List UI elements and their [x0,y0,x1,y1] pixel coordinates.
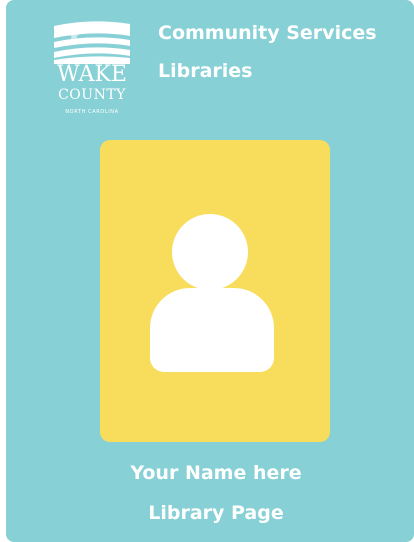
employee-role: Library Page [148,502,284,524]
wake-county-flag-icon [54,20,130,64]
logo-county-text: COUNTY [58,87,126,103]
department-title: Community Services [158,22,377,44]
person-icon-body [150,288,274,372]
division-title: Libraries [158,60,253,82]
photo-placeholder [100,140,330,442]
id-badge: WAKE COUNTY NORTH CAROLINA Community Ser… [6,0,414,542]
logo-state-text: NORTH CAROLINA [65,109,119,115]
logo-wake-text: WAKE [57,62,127,87]
wake-county-logo: WAKE COUNTY NORTH CAROLINA [54,20,130,120]
person-icon-head [172,214,248,290]
employee-name: Your Name here [130,462,302,484]
